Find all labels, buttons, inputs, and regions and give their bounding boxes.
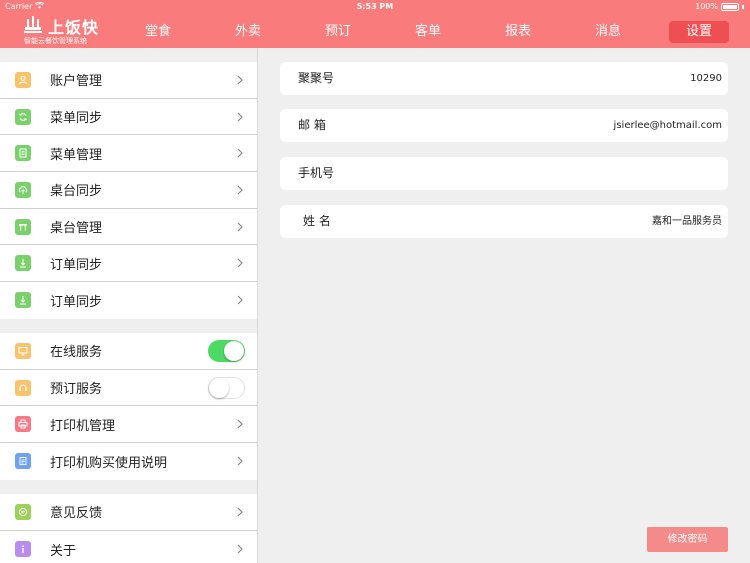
tab-dine-in[interactable]: 堂食 [128,21,188,43]
toggle-knob [224,340,244,361]
battery-icon [721,3,739,11]
menu-group-services: 在线服务 预订服务 打印机管理 打印机购买使用说明 [0,333,257,480]
document-icon [15,145,31,162]
headset-icon [15,379,31,396]
chevron-right-icon [237,544,243,554]
chevron-right-icon [237,296,243,305]
chef-hat-logo-icon [24,16,42,33]
manual-icon [15,453,31,470]
chevron-right-icon [237,185,243,195]
menu-item-order-sync-2[interactable]: 订单同步 [0,282,257,319]
menu-item-online-service: 在线服务 [0,333,257,370]
menu-item-label: 预订服务 [50,382,103,398]
settings-menu: 账户管理 菜单同步 菜单管理 桌台同步 桌台管理 订单同步 订单同步 在线服务 … [0,48,258,563]
menu-item-reservation-service: 预订服务 [0,370,257,407]
chevron-right-icon [237,419,243,429]
chevron-right-icon [237,148,243,158]
battery-percent: 100% [695,2,718,11]
menu-item-menu-sync[interactable]: 菜单同步 [0,99,257,136]
chevron-right-icon [237,75,243,85]
tab-settings[interactable]: 设置 [669,21,729,43]
field-value: 10290 [690,73,722,84]
field-label: 姓 名 [303,214,331,228]
toggle-knob [209,377,229,398]
menu-item-label: 意见反馈 [50,506,103,522]
menu-item-account[interactable]: 账户管理 [0,62,257,99]
feedback-icon [15,503,31,520]
download-icon [15,255,31,272]
battery-tip [742,5,744,9]
tab-takeout[interactable]: 外卖 [218,21,278,43]
user-icon [15,71,31,88]
profile-row-name: 姓 名 嘉和一品服务员 [280,205,728,238]
menu-item-feedback[interactable]: 意见反馈 [0,494,257,531]
profile-row-id: 聚聚号 10290 [280,62,728,95]
main-nav-tabs: 堂食 外卖 预订 客单 报表 消息 设置 [113,14,743,48]
reservation-service-toggle[interactable] [208,376,245,399]
sync-icon [15,108,31,125]
chevron-right-icon [237,258,243,268]
field-value: 嘉和一品服务员 [652,216,722,227]
menu-item-menu-manage[interactable]: 菜单管理 [0,135,257,173]
menu-item-label: 桌台管理 [50,221,103,237]
brand-name: 上饭快 [48,18,100,37]
monitor-icon [15,342,31,359]
menu-item-label: 订单同步 [50,257,103,273]
menu-item-printer-guide[interactable]: 打印机购买使用说明 [0,443,257,480]
info-icon [15,541,31,558]
menu-item-table-sync[interactable]: 桌台同步 [0,172,257,209]
menu-item-about[interactable]: 关于 [0,531,257,563]
menu-group-account: 账户管理 菜单同步 菜单管理 桌台同步 桌台管理 订单同步 订单同步 [0,62,257,319]
menu-item-printer-manage[interactable]: 打印机管理 [0,406,257,444]
cloud-upload-icon [15,181,31,198]
field-label: 聚聚号 [298,71,335,85]
tab-reports[interactable]: 报表 [488,21,548,43]
table-icon [15,218,31,235]
field-value: jsierlee@hotmail.com [613,120,722,131]
top-bar: Carrier 5:53 PM 100% 上饭快 智能云餐饮管理系统 堂食 外卖… [0,0,750,48]
status-time: 5:53 PM [356,2,394,11]
online-service-toggle[interactable] [208,339,245,362]
menu-item-label: 关于 [50,543,77,559]
profile-row-phone: 手机号 [280,157,728,190]
menu-item-label: 桌台同步 [50,184,103,200]
tab-reservation[interactable]: 预订 [308,21,368,43]
menu-item-label: 打印机管理 [50,418,116,434]
menu-item-label: 菜单管理 [50,147,103,163]
brand-slogan: 智能云餐饮管理系统 [24,37,87,45]
chevron-right-icon [237,456,243,466]
menu-group-about: 意见反馈 关于 [0,494,257,563]
change-password-button[interactable]: 修改密码 [647,527,728,552]
chevron-right-icon [237,507,243,517]
menu-item-label: 打印机购买使用说明 [50,455,168,471]
profile-row-email: 邮 箱 jsierlee@hotmail.com [280,109,728,142]
menu-item-label: 账户管理 [50,74,103,90]
printer-icon [15,416,31,433]
field-label: 邮 箱 [298,118,326,132]
battery-status: 100% [695,0,744,14]
chevron-right-icon [237,222,243,232]
download-icon [15,292,31,309]
tab-messages[interactable]: 消息 [578,21,638,43]
tab-orders[interactable]: 客单 [398,21,458,43]
brand-logo: 上饭快 智能云餐饮管理系统 [22,14,102,46]
chevron-right-icon [237,112,243,121]
field-label: 手机号 [298,166,335,180]
menu-item-order-sync[interactable]: 订单同步 [0,245,257,283]
menu-item-label: 在线服务 [50,345,103,361]
menu-item-label: 订单同步 [50,294,103,310]
status-bar: Carrier 5:53 PM 100% [0,0,750,14]
menu-item-label: 菜单同步 [50,111,103,127]
menu-item-table-manage[interactable]: 桌台管理 [0,209,257,246]
profile-panel: 聚聚号 10290 邮 箱 jsierlee@hotmail.com 手机号 姓… [258,48,750,563]
